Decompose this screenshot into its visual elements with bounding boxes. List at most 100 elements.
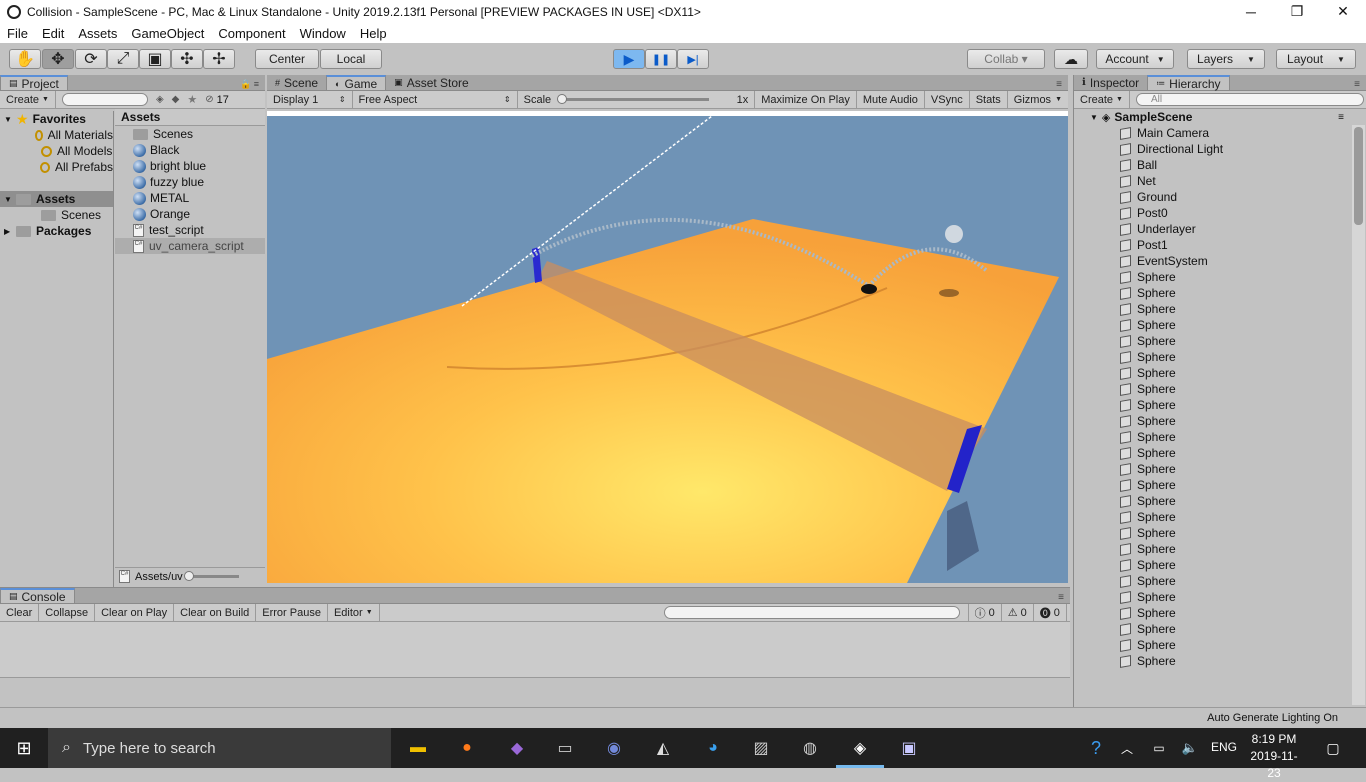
hierarchy-item[interactable]: Sphere [1074,285,1366,301]
hierarchy-search-input[interactable]: All [1135,93,1364,106]
clock[interactable]: 8:19 PM 2019-11-23 [1244,731,1304,782]
hierarchy-item[interactable]: Sphere [1074,541,1366,557]
menu-file[interactable]: File [0,26,35,41]
cloud-icon[interactable]: ☁ [1054,49,1088,69]
project-tree-item[interactable]: ▼ ★ Favorites [0,111,113,127]
battery-icon[interactable]: ▭ [1147,736,1171,760]
hierarchy-item[interactable]: Sphere [1074,493,1366,509]
menu-component[interactable]: Component [211,26,292,41]
hand-tool-icon[interactable]: ✋ [9,49,41,69]
pause-button[interactable]: ❚❚ [645,49,677,69]
panel-menu-icon[interactable]: ≡ [1354,79,1360,90]
help-icon[interactable]: ? [1084,736,1108,760]
play-button[interactable]: ▶ [613,49,645,69]
console-log-area[interactable] [0,622,1070,678]
volume-icon[interactable]: 🔈 [1178,736,1202,760]
info-count-toggle[interactable]: ⓘ 0 [967,603,1002,622]
hierarchy-item[interactable]: Sphere [1074,461,1366,477]
hierarchy-item[interactable]: Sphere [1074,381,1366,397]
project-tree-item[interactable]: All Materials [0,127,113,143]
panel-menu-icon[interactable]: ≡ [1058,592,1064,603]
asset-item[interactable]: fuzzy blue [115,174,265,190]
hierarchy-item[interactable]: EventSystem [1074,253,1366,269]
swift-app-icon[interactable]: ◕ [701,736,725,760]
step-button[interactable]: ▶| [677,49,709,69]
windows-start-icon[interactable]: ⊞ [12,736,36,760]
hierarchy-item[interactable]: Sphere [1074,317,1366,333]
tab-hierarchy[interactable]: ≔ Hierarchy [1147,75,1230,91]
project-tree-item[interactable]: ▶ Packages [0,223,113,239]
warning-count-toggle[interactable]: ⚠ 0 [1002,603,1034,622]
project-tree-item[interactable]: Scenes [0,207,113,223]
minimize-button[interactable]: ─ [1228,0,1274,23]
hierarchy-item[interactable]: Sphere [1074,557,1366,573]
transform-tool-icon[interactable]: ✣ [171,49,203,69]
file-explorer-icon[interactable]: ▬ [406,736,430,760]
hierarchy-item[interactable]: Sphere [1074,445,1366,461]
maximize-on-play-toggle[interactable]: Maximize On Play [755,90,857,109]
scene-menu-icon[interactable]: ≡ [1338,112,1344,123]
hierarchy-item[interactable]: Post1 [1074,237,1366,253]
custom-tool-icon[interactable]: ✢ [203,49,235,69]
hierarchy-item[interactable]: Sphere [1074,605,1366,621]
hierarchy-item[interactable]: Sphere [1074,637,1366,653]
expand-arrow-icon[interactable]: ▼ [1090,113,1098,122]
hierarchy-item[interactable]: Ground [1074,189,1366,205]
filter-type-icon[interactable]: ◈ [156,94,164,105]
hierarchy-item[interactable]: Underlayer [1074,221,1366,237]
scrollbar-thumb[interactable] [1354,127,1363,225]
hierarchy-item[interactable]: Sphere [1074,413,1366,429]
paint-app-icon[interactable]: ▨ [749,736,773,760]
restore-button[interactable]: ❐ [1274,0,1320,23]
console-clear-button[interactable]: Clear [0,603,40,622]
game-view[interactable] [267,111,1068,583]
account-dropdown[interactable]: Account ▼ [1096,49,1174,69]
menu-gameobject[interactable]: GameObject [124,26,211,41]
console-clear-on-play-button[interactable]: Clear on Play [95,603,175,622]
eclipse-icon[interactable]: ◍ [798,736,822,760]
project-tree-item[interactable] [0,175,113,191]
notification-icon[interactable]: ▢ [1321,736,1345,760]
icon-size-slider[interactable] [183,571,239,581]
hierarchy-item[interactable]: Sphere [1074,589,1366,605]
console-search-input[interactable] [663,606,960,619]
slider-thumb[interactable] [183,571,194,581]
hierarchy-item[interactable]: Post0 [1074,205,1366,221]
tab-game[interactable]: ◐ Game [326,75,387,91]
move-tool-icon[interactable]: ✥ [42,49,74,69]
layout-dropdown[interactable]: Layout ▼ [1276,49,1356,69]
tab-asset-store[interactable]: ▣ Asset Store [386,75,477,90]
hierarchy-item[interactable]: Directional Light [1074,141,1366,157]
menu-window[interactable]: Window [293,26,353,41]
error-count-toggle[interactable]: ⓿0 [1034,603,1067,622]
menu-help[interactable]: Help [353,26,394,41]
scale-tool-icon[interactable]: ⤢ [107,49,139,69]
hierarchy-item[interactable]: Sphere [1074,653,1366,669]
asset-item[interactable]: Black [115,142,265,158]
collab-dropdown[interactable]: Collab ▾ [967,49,1045,69]
scale-slider[interactable] [557,94,710,104]
inkscape-icon[interactable]: ◭ [651,736,675,760]
hierarchy-item[interactable]: Sphere [1074,397,1366,413]
discord-icon[interactable]: ◉ [602,736,626,760]
hierarchy-scrollbar[interactable] [1352,125,1365,705]
console-error-pause-button[interactable]: Error Pause [256,603,328,622]
menu-assets[interactable]: Assets [71,26,124,41]
asset-item[interactable]: C# uv_camera_script [115,238,265,254]
hierarchy-item[interactable]: Sphere [1074,269,1366,285]
aspect-dropdown[interactable]: Free Aspect ⇕ [353,90,518,109]
hierarchy-create-dropdown[interactable]: Create ▼ [1074,90,1130,109]
filter-label-icon[interactable]: ◆ [172,94,180,105]
pivot-local-toggle[interactable]: Local [320,49,382,69]
hierarchy-item[interactable]: Sphere [1074,365,1366,381]
visual-studio-icon[interactable]: ◆ [505,736,529,760]
hidden-eye-icon[interactable]: ⊘ [205,94,213,105]
hierarchy-item[interactable]: Sphere [1074,509,1366,525]
language-indicator[interactable]: ENG [1211,740,1237,754]
expand-arrow-icon[interactable]: ▼ [4,115,16,124]
expand-arrow-icon[interactable]: ▶ [4,227,16,236]
firefox-icon[interactable]: ● [455,736,479,760]
hierarchy-item[interactable]: Main Camera [1074,125,1366,141]
panel-menu-icon[interactable]: 🔒 ≡ [240,79,259,90]
slider-thumb[interactable] [557,94,568,104]
